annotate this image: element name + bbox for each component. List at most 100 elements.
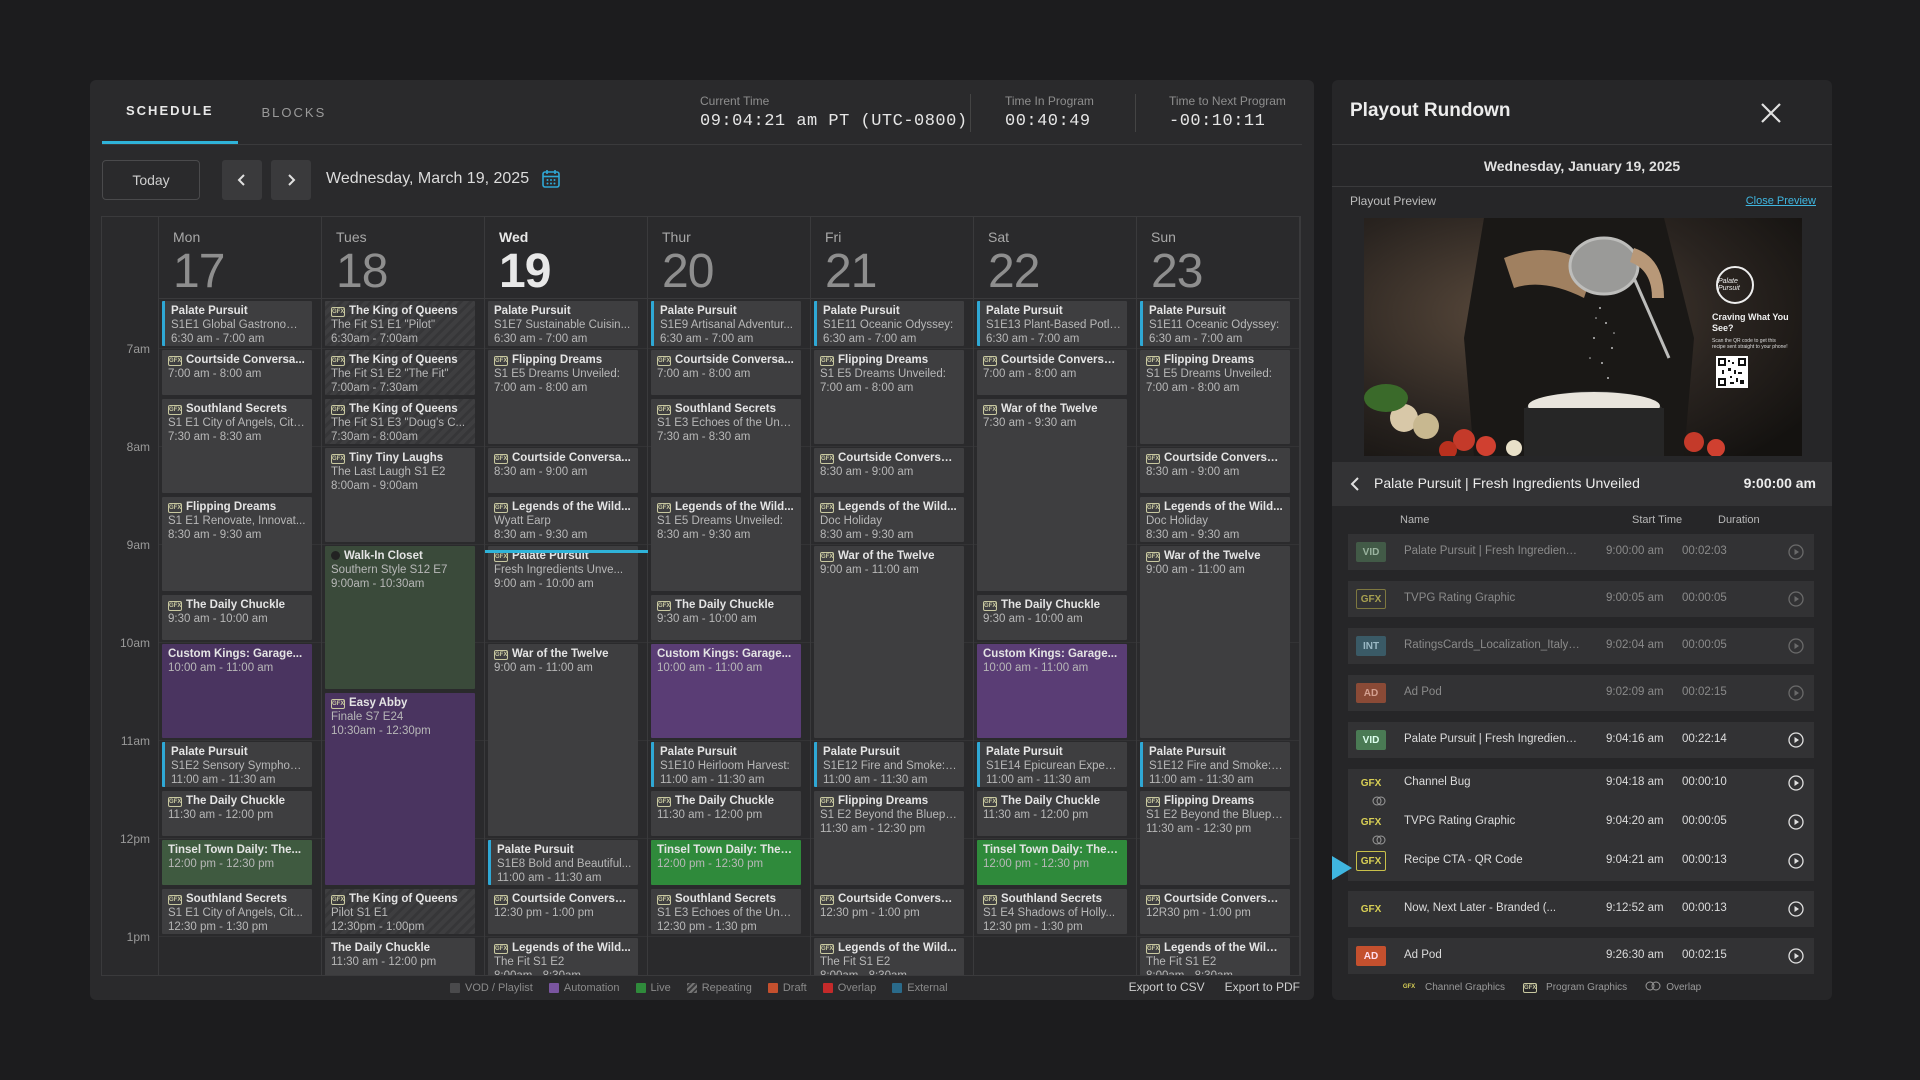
schedule-event[interactable]: GFX War of the Twelve 7:30 am - 9:30 am	[977, 399, 1127, 591]
play-circle-icon[interactable]	[1788, 544, 1804, 560]
next-week-button[interactable]	[271, 160, 311, 200]
rundown-row[interactable]: AD Ad Pod 9:26:30 am 00:02:15	[1348, 938, 1814, 974]
schedule-event[interactable]: GFX Tiny Tiny Laughs The Last Laugh S1 E2 8…	[325, 448, 475, 542]
schedule-event[interactable]: GFX War of the Twelve 9:00 am - 11:00 am	[1140, 546, 1290, 738]
schedule-event[interactable]: GFX Courtside Conversa... 7:00 am - 8:00 a…	[651, 350, 801, 395]
schedule-event[interactable]: GFX Easy Abby Finale S7 E24 10:30am - 12:30…	[325, 693, 475, 885]
rundown-row[interactable]: VID Palate Pursuit | Fresh Ingredients Un…	[1348, 534, 1814, 570]
schedule-event[interactable]: GFX Courtside Conversa... 8:30 am - 9:00 a…	[488, 448, 638, 493]
export-pdf-link[interactable]: Export to PDF	[1225, 980, 1300, 994]
schedule-event[interactable]: Palate Pursuit S1E13 Plant-Based Potlu...…	[977, 301, 1127, 346]
chevron-left-icon[interactable]	[1348, 476, 1362, 492]
day-header[interactable]: Sat 22	[974, 217, 1136, 299]
schedule-event[interactable]: GFX The King of Queens The Fit S1 E1 "Pilo…	[325, 301, 475, 346]
play-circle-icon[interactable]	[1788, 901, 1804, 917]
schedule-event[interactable]: Palate Pursuit S1E8 Bold and Beautiful...…	[488, 840, 638, 885]
play-circle-icon[interactable]	[1788, 591, 1804, 607]
schedule-event[interactable]: Palate Pursuit S1E1 Global Gastronomy... 6…	[162, 301, 312, 346]
play-circle-icon[interactable]	[1788, 814, 1804, 830]
day-header[interactable]: Sun 23	[1137, 217, 1299, 299]
schedule-event[interactable]: GFX The King of Queens Pilot S1 E1 12:30pm …	[325, 889, 475, 934]
schedule-event[interactable]: Walk-In Closet Southern Style S12 E7 9:00a…	[325, 546, 475, 689]
schedule-event[interactable]: Palate Pursuit S1E10 Heirloom Harvest: 11:…	[651, 742, 801, 787]
prev-week-button[interactable]	[222, 160, 262, 200]
schedule-event[interactable]: GFX The Daily Chuckle 11:30 am - 12:00 pm	[977, 791, 1127, 836]
day-header[interactable]: Tues 18	[322, 217, 484, 299]
today-button[interactable]: Today	[102, 160, 200, 200]
schedule-event[interactable]: GFX Southland Secrets S1 E3 Echoes of the …	[651, 399, 801, 493]
schedule-event[interactable]: GFX Flipping Dreams S1 E2 Beyond the Bluep…	[1140, 791, 1290, 885]
schedule-event[interactable]: Tinsel Town Daily: The... 12:00 pm - 12:3…	[162, 840, 312, 885]
day-header[interactable]: Mon 17	[159, 217, 321, 299]
play-circle-icon[interactable]	[1788, 732, 1804, 748]
rundown-row[interactable]: VID Palate Pursuit | Fresh Ingredients Un…	[1348, 722, 1814, 758]
rundown-row[interactable]: AD Ad Pod 9:02:09 am 00:02:15	[1348, 675, 1814, 711]
schedule-event[interactable]: GFXLegends of the Wild Wes The Fit S1 E2 8…	[1140, 938, 1290, 975]
close-icon[interactable]	[1758, 100, 1784, 126]
rundown-row[interactable]: GFX TVPG Rating Graphic 9:00:05 am 00:00:05	[1348, 581, 1814, 617]
schedule-event[interactable]: Palate Pursuit S1E11 Oceanic Odyssey: 6:30…	[1140, 301, 1290, 346]
schedule-event[interactable]: GFX The Daily Chuckle 9:30 am - 10:00 am	[651, 595, 801, 640]
schedule-event[interactable]: Palate Pursuit S1E2 Sensory Symphony... 11…	[162, 742, 312, 787]
play-circle-icon[interactable]	[1788, 853, 1804, 869]
play-circle-icon[interactable]	[1788, 775, 1804, 791]
close-preview-link[interactable]: Close Preview	[1746, 195, 1816, 207]
tab-schedule[interactable]: SCHEDULE	[102, 80, 238, 144]
schedule-event[interactable]: GFX Courtside Conversat... 12:30 pm - 1:00…	[488, 889, 638, 934]
schedule-event[interactable]: Palate Pursuit S1E11 Oceanic Odyssey: 6:30…	[814, 301, 964, 346]
play-circle-icon[interactable]	[1788, 948, 1804, 964]
schedule-event[interactable]: GFX The Daily Chuckle 9:30 am - 10:00 am	[977, 595, 1127, 640]
schedule-event[interactable]: GFX Legends of the Wild... The Fit S1 E2 8:…	[814, 938, 964, 975]
tab-blocks[interactable]: BLOCKS	[238, 80, 351, 144]
schedule-event[interactable]: GFX Southland Secrets S1 E1 City of Angels…	[162, 889, 312, 934]
play-circle-icon[interactable]	[1788, 638, 1804, 654]
rundown-row[interactable]: GFX Now, Next Later - Branded (... 9:12:52…	[1348, 891, 1814, 927]
day-header[interactable]: Thur 20	[648, 217, 810, 299]
schedule-event[interactable]: GFX Southland Secrets S1 E3 Echoes of the …	[651, 889, 801, 934]
schedule-event[interactable]: GFX Legends of the Wild... The Fit S1 E2 8:…	[488, 938, 638, 975]
row-name[interactable]: Channel Bug	[1404, 776, 1580, 788]
schedule-event[interactable]: GFX War of the Twelve 9:00 am - 11:00 am	[814, 546, 964, 738]
schedule-event[interactable]: Palate Pursuit S1E12 Fire and Smoke: G...…	[814, 742, 964, 787]
day-header[interactable]: Wed 19	[485, 217, 647, 299]
play-circle-icon[interactable]	[1788, 685, 1804, 701]
schedule-event[interactable]: GFX Southland Secrets S1 E1 City of Angels…	[162, 399, 312, 493]
day-header[interactable]: Fri 21	[811, 217, 973, 299]
schedule-event[interactable]: Custom Kings: Garage... 10:00 am - 11:00 …	[651, 644, 801, 738]
schedule-event[interactable]: Custom Kings: Garage... 10:00 am - 11:00 …	[977, 644, 1127, 738]
schedule-event[interactable]: GFX Courtside Conversat... 8:30 am - 9:00 …	[1140, 448, 1290, 493]
schedule-event[interactable]: GFX The Daily Chuckle 9:30 am - 10:00 am	[162, 595, 312, 640]
schedule-event[interactable]: GFX The Daily Chuckle 11:30 am - 12:00 pm	[162, 791, 312, 836]
schedule-event[interactable]: GFX The Daily Chuckle 11:30 am - 12:00 pm	[651, 791, 801, 836]
schedule-event[interactable]: GFX Courtside Conversa... 7:00 am - 8:00 a…	[162, 350, 312, 395]
schedule-event[interactable]: Tinsel Town Daily: The L... 12:00 pm - 12…	[977, 840, 1127, 885]
schedule-event[interactable]: GFX Flipping Dreams S1 E1 Renovate, Innova…	[162, 497, 312, 591]
schedule-event[interactable]: GFX The King of Queens The Fit S1 E2 "The …	[325, 350, 475, 395]
schedule-event[interactable]: Palate Pursuit S1E7 Sustainable Cuisin...…	[488, 301, 638, 346]
schedule-event[interactable]: GFX Courtside Conversat... 7:00 am - 8:00 …	[977, 350, 1127, 395]
row-name[interactable]: Recipe CTA - QR Code	[1404, 854, 1580, 866]
playout-preview-video[interactable]: Palate Pursuit Craving What You See? Sca…	[1364, 218, 1802, 456]
row-name[interactable]: TVPG Rating Graphic	[1404, 815, 1580, 827]
schedule-event[interactable]: GFX War of the Twelve 9:00 am - 11:00 am	[488, 644, 638, 836]
schedule-event[interactable]: GFX Legends of the Wild... Doc Holiday 8:30…	[814, 497, 964, 542]
schedule-event[interactable]: GFX Legends of the Wild... Doc Holiday 8:30…	[1140, 497, 1290, 542]
schedule-event[interactable]: GFX Courtside Conversat... 12R30 pm - 1:00…	[1140, 889, 1290, 934]
schedule-event[interactable]: GFX Legends of the Wild... S1 E5 Dreams Un…	[651, 497, 801, 591]
schedule-event[interactable]: Palate Pursuit S1E12 Fire and Smoke: G...…	[1140, 742, 1290, 787]
schedule-event[interactable]: The Daily Chuckle 11:30 am - 12:00 pm	[325, 938, 475, 975]
rundown-row[interactable]: INT RatingsCards_Localization_Italy_Com..…	[1348, 628, 1814, 664]
export-csv-link[interactable]: Export to CSV	[1129, 980, 1205, 994]
schedule-event[interactable]: GFX Legends of the Wild... Wyatt Earp 8:30 …	[488, 497, 638, 542]
schedule-event[interactable]: GFX Southland Secrets S1 E4 Shadows of Hol…	[977, 889, 1127, 934]
schedule-event[interactable]: GFXCourtside Conversations 12:30 pm - 1:0…	[814, 889, 964, 934]
schedule-event[interactable]: GFX Flipping Dreams S1 E5 Dreams Unveiled:…	[814, 350, 964, 444]
schedule-event[interactable]: GFX Courtside Conversat... 8:30 am - 9:00 …	[814, 448, 964, 493]
schedule-event[interactable]: GFX Flipping Dreams S1 E5 Dreams Unveiled:…	[488, 350, 638, 444]
schedule-event[interactable]: GFX The King of Queens The Fit S1 E3 "Doug…	[325, 399, 475, 444]
schedule-event[interactable]: GFX Flipping Dreams S1 E2 Beyond the Bluep…	[814, 791, 964, 885]
schedule-event[interactable]: Tinsel Town Daily: The L... 12:00 pm - 12…	[651, 840, 801, 885]
schedule-event[interactable]: Palate Pursuit S1E9 Artisanal Adventur...…	[651, 301, 801, 346]
schedule-event[interactable]: Palate Pursuit S1E14 Epicurean Expedit...…	[977, 742, 1127, 787]
schedule-event[interactable]: Custom Kings: Garage... 10:00 am - 11:00 …	[162, 644, 312, 738]
